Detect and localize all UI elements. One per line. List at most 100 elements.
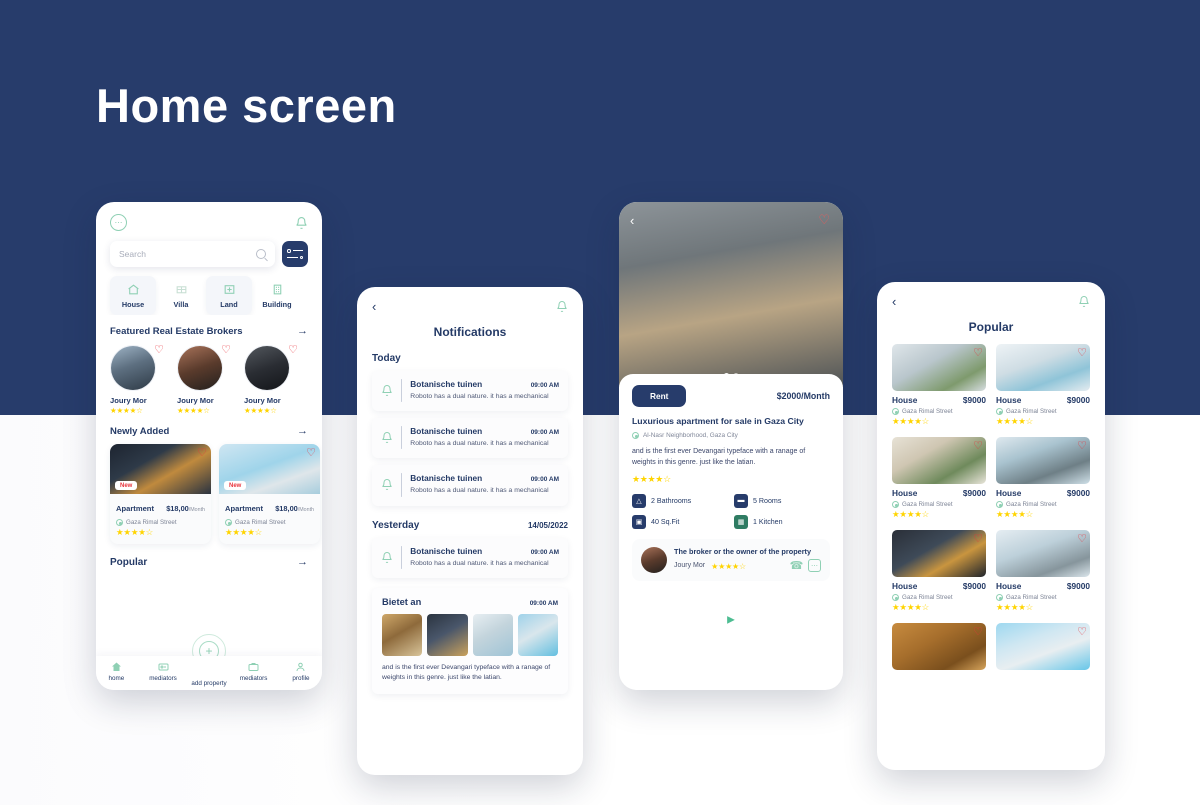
property-type: House <box>892 395 918 405</box>
property-card[interactable]: New ♡ Apartment $18,00/Month Gaza Rimal … <box>219 444 320 544</box>
property-title-row: House $9000 <box>892 488 986 498</box>
heart-icon[interactable]: ♡ <box>306 446 316 459</box>
property-card[interactable]: New ♡ Apartment $18,00/Month Gaza Rimal … <box>110 444 211 544</box>
property-card[interactable]: ♡ House $9000 Gaza Rimal Street ★★★★☆ <box>996 530 1090 613</box>
property-period: /Month <box>188 507 205 513</box>
category-chip-land[interactable]: Land <box>206 276 252 315</box>
arrow-right-icon[interactable]: → <box>297 556 308 568</box>
section-label-yesterday: Yesterday 14/05/2022 <box>357 506 583 531</box>
mediators-icon <box>158 663 169 671</box>
chat-icon[interactable]: ⋯ <box>808 559 821 573</box>
notification-item[interactable]: Botanische tuinen 09:00 AM Roboto has a … <box>372 465 568 506</box>
arrow-right-icon[interactable]: → <box>297 425 308 437</box>
notification-item[interactable]: Botanische tuinen 09:00 AM Roboto has a … <box>372 537 568 578</box>
filter-button[interactable] <box>282 241 308 267</box>
location-text: Gaza Rimal Street <box>1006 501 1057 508</box>
notification-title: Botanische tuinen <box>410 426 483 437</box>
property-price: $9000 <box>1066 581 1090 591</box>
heart-icon[interactable]: ♡ <box>973 439 983 452</box>
property-location: Gaza Rimal Street <box>996 594 1090 601</box>
status-badge: New <box>115 481 138 490</box>
property-title-row: House $9000 <box>892 395 986 405</box>
property-title-row: Apartment $18,00/Month <box>116 498 205 516</box>
property-card[interactable]: ♡ <box>996 623 1090 670</box>
heart-icon[interactable]: ♡ <box>973 346 983 359</box>
thumbnail-image[interactable] <box>472 613 513 656</box>
thumbnail-image[interactable] <box>517 613 558 656</box>
heart-icon[interactable]: ♡ <box>973 532 983 545</box>
notification-item[interactable]: Botanische tuinen 09:00 AM Roboto has a … <box>372 371 568 412</box>
property-location: Gaza Rimal Street <box>892 501 986 508</box>
newly-added-list: New ♡ Apartment $18,00/Month Gaza Rimal … <box>96 437 322 544</box>
list-item[interactable]: ♡ Joury Mor ★★★★☆ <box>177 343 233 415</box>
avatar <box>244 345 290 391</box>
list-item[interactable]: ♡ Joury Mor ★★★★☆ <box>244 343 300 415</box>
heart-icon[interactable]: ♡ <box>288 343 298 356</box>
category-chip-house[interactable]: House <box>110 276 156 315</box>
chat-icon[interactable]: ⋯ <box>110 214 127 231</box>
nav-item-home[interactable]: home <box>108 661 124 682</box>
property-card[interactable]: ♡ House $9000 Gaza Rimal Street ★★★★☆ <box>892 437 986 520</box>
list-item[interactable]: ♡ Joury Mor ★★★★☆ <box>110 343 166 415</box>
hero-image: ‹ ♡ <box>619 202 843 387</box>
play-icon[interactable]: ▶ <box>718 607 744 633</box>
phone-icon[interactable]: ☎ <box>790 559 804 572</box>
property-period: /Month <box>297 507 314 513</box>
notification-content: Botanische tuinen 09:00 AM Roboto has a … <box>410 426 559 449</box>
heart-icon[interactable]: ♡ <box>973 625 983 638</box>
property-card[interactable]: ♡ House $9000 Gaza Rimal Street ★★★★☆ <box>892 530 986 613</box>
category-chip-building[interactable]: Building <box>254 276 300 315</box>
heart-icon[interactable]: ♡ <box>1077 625 1087 638</box>
offer-card[interactable]: Bietet an 09:00 AM and is the first ever… <box>372 587 568 694</box>
thumbnail-image[interactable] <box>427 613 468 656</box>
bell-icon <box>382 479 392 491</box>
category-chip-villa[interactable]: Villa <box>158 276 204 315</box>
property-card[interactable]: ♡ House $9000 Gaza Rimal Street ★★★★☆ <box>892 344 986 427</box>
video-thumbnail[interactable]: ▶ <box>632 590 830 650</box>
page-title: Popular <box>968 320 1014 334</box>
category-chip-more[interactable]: c <box>302 276 322 315</box>
location-text: Gaza Rimal Street <box>1006 408 1057 415</box>
property-price: $18,00 <box>166 504 189 513</box>
property-body: Apartment $18,00/Month Gaza Rimal Street… <box>110 494 211 544</box>
notification-item[interactable]: Botanische tuinen 09:00 AM Roboto has a … <box>372 418 568 459</box>
property-card[interactable]: ♡ <box>892 623 986 670</box>
search-input[interactable]: Search <box>110 241 275 267</box>
arrow-right-icon[interactable]: → <box>297 325 308 337</box>
nav-item-profile[interactable]: profile <box>292 661 310 682</box>
heart-icon[interactable]: ♡ <box>1077 439 1087 452</box>
brokers-section-header: Featured Real Estate Brokers → <box>96 315 322 337</box>
nav-label: mediators <box>149 675 177 682</box>
back-button[interactable]: ‹ <box>892 295 896 308</box>
bell-icon[interactable] <box>1078 295 1090 308</box>
notification-content: Botanische tuinen 09:00 AM Roboto has a … <box>410 546 559 569</box>
bell-icon[interactable] <box>556 300 568 313</box>
heart-icon[interactable]: ♡ <box>1077 346 1087 359</box>
notification-title: Botanische tuinen <box>410 473 483 484</box>
notification-content: Botanische tuinen 09:00 AM Roboto has a … <box>410 379 559 402</box>
feature-rooms: ▬ 5 Rooms <box>734 493 830 508</box>
location-pin-icon <box>632 432 639 439</box>
search-icon[interactable] <box>256 249 266 259</box>
back-button[interactable]: ‹ <box>630 213 634 228</box>
land-icon <box>224 285 234 294</box>
nav-item-mediators[interactable]: mediators <box>149 661 177 682</box>
heart-icon[interactable]: ♡ <box>197 446 207 459</box>
heart-icon[interactable]: ♡ <box>221 343 231 356</box>
broker-card[interactable]: The broker or the owner of the property … <box>632 538 830 581</box>
property-card[interactable]: ♡ House $9000 Gaza Rimal Street ★★★★☆ <box>996 437 1090 520</box>
back-button[interactable]: ‹ <box>372 300 376 313</box>
heart-icon[interactable]: ♡ <box>818 212 830 228</box>
nav-item-briefcase[interactable]: mediators <box>240 661 267 682</box>
category-chips: House Villa Land Building c <box>96 267 322 315</box>
heart-icon[interactable]: ♡ <box>154 343 164 356</box>
heart-icon[interactable]: ♡ <box>1077 532 1087 545</box>
property-image: New <box>110 444 211 494</box>
property-price: $2000/Month <box>776 391 830 401</box>
nav-label: home <box>108 675 125 682</box>
property-card[interactable]: ♡ House $9000 Gaza Rimal Street ★★★★☆ <box>996 344 1090 427</box>
rent-button[interactable]: Rent <box>632 385 687 407</box>
bell-icon[interactable] <box>295 216 308 230</box>
nav-label-add-property[interactable]: add property <box>191 680 226 687</box>
thumbnail-image[interactable] <box>382 613 423 656</box>
